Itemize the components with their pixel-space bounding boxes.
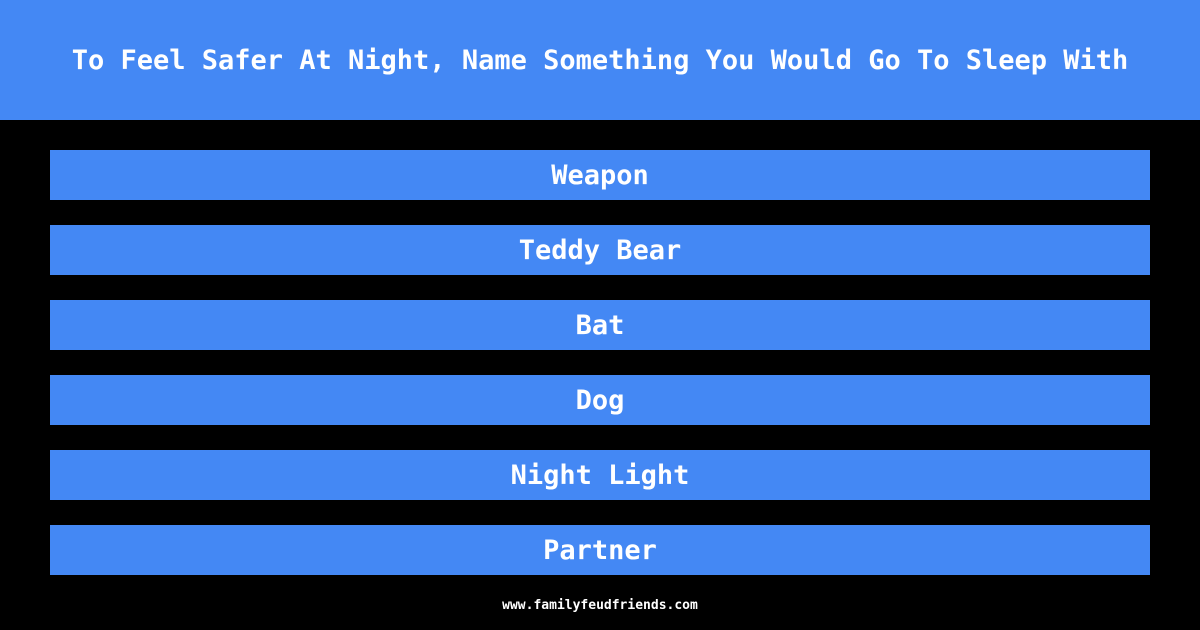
answer-item: Weapon [50, 150, 1150, 200]
question-title: To Feel Safer At Night, Name Something Y… [71, 44, 1129, 76]
answer-item: Night Light [50, 450, 1150, 500]
question-header: To Feel Safer At Night, Name Something Y… [0, 0, 1200, 120]
answer-item: Bat [50, 300, 1150, 350]
answer-list: Weapon Teddy Bear Bat Dog Night Light Pa… [50, 150, 1150, 600]
answer-item: Partner [50, 525, 1150, 575]
answer-item: Teddy Bear [50, 225, 1150, 275]
answer-item: Dog [50, 375, 1150, 425]
site-url: www.familyfeudfriends.com [502, 598, 698, 613]
